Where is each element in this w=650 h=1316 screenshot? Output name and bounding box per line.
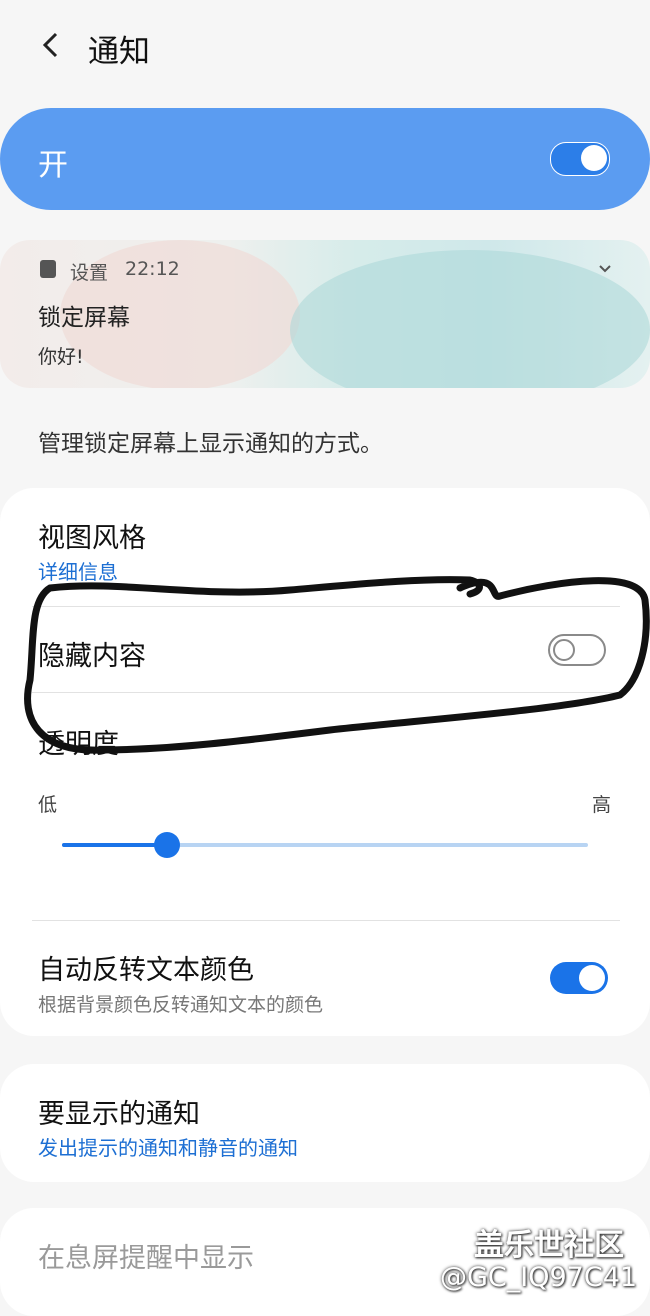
auto-invert-subtitle: 根据背景颜色反转通知文本的颜色 bbox=[38, 994, 324, 1016]
preview-title: 锁定屏幕 bbox=[38, 305, 130, 331]
transparency-slider[interactable] bbox=[62, 832, 588, 858]
slider-thumb[interactable] bbox=[154, 832, 181, 858]
back-arrow-icon[interactable] bbox=[34, 28, 68, 62]
divider bbox=[32, 606, 620, 607]
app-header: 通知 bbox=[0, 0, 650, 92]
watermark-community: 盖乐世社区 bbox=[474, 1228, 624, 1263]
preview-app-name: 设置 bbox=[70, 262, 109, 284]
lock-icon bbox=[40, 260, 56, 278]
view-style-value[interactable]: 详细信息 bbox=[38, 556, 118, 585]
auto-invert-toggle[interactable] bbox=[550, 962, 608, 994]
notifications-to-show-title[interactable]: 要显示的通知 bbox=[38, 1092, 200, 1131]
slider-fill bbox=[62, 843, 168, 847]
master-toggle[interactable] bbox=[550, 142, 610, 176]
toggle-knob bbox=[581, 145, 607, 171]
page-title: 通知 bbox=[88, 34, 150, 70]
aod-title[interactable]: 在息屏提醒中显示 bbox=[38, 1236, 254, 1275]
divider bbox=[32, 920, 620, 921]
transparency-high-label: 高 bbox=[592, 794, 612, 816]
chevron-down-icon[interactable] bbox=[596, 260, 614, 278]
toggle-knob bbox=[579, 965, 605, 991]
hide-content-toggle[interactable] bbox=[548, 634, 606, 666]
watermark-user: @GC_IQ97C41 bbox=[440, 1262, 638, 1293]
notifications-to-show-value[interactable]: 发出提示的通知和静音的通知 bbox=[38, 1132, 298, 1161]
master-switch-bar[interactable]: 开 bbox=[0, 108, 650, 210]
section-description: 管理锁定屏幕上显示通知的方式。 bbox=[38, 431, 383, 457]
auto-invert-title[interactable]: 自动反转文本颜色 bbox=[38, 948, 254, 987]
divider bbox=[32, 692, 620, 693]
toggle-knob bbox=[553, 639, 575, 661]
preview-time: 22:12 bbox=[125, 258, 180, 280]
view-style-title[interactable]: 视图风格 bbox=[38, 516, 146, 555]
hide-content-title[interactable]: 隐藏内容 bbox=[38, 634, 146, 673]
master-switch-label: 开 bbox=[38, 148, 68, 183]
transparency-title: 透明度 bbox=[38, 729, 119, 760]
transparency-low-label: 低 bbox=[38, 794, 58, 816]
preview-message: 你好! bbox=[38, 346, 84, 368]
